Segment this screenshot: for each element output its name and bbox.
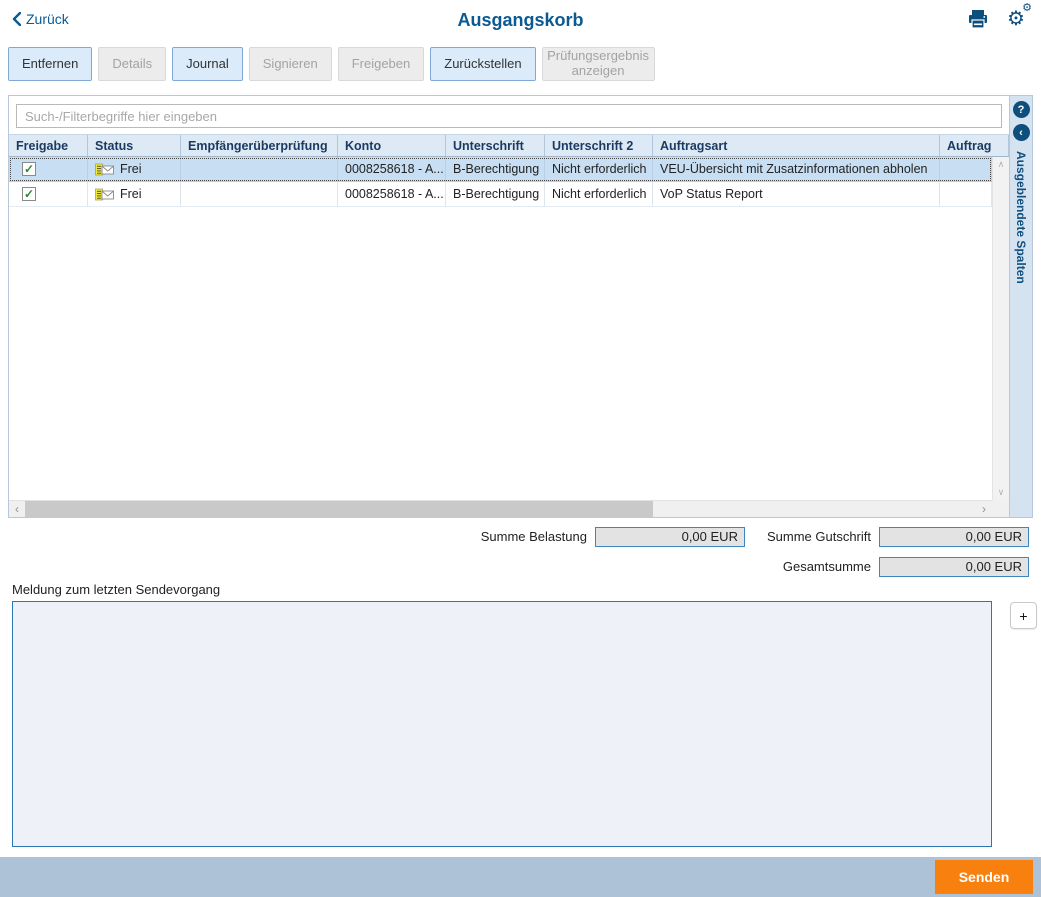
vertical-scrollbar[interactable]: ∧ ∨: [992, 157, 1009, 500]
column-header-status[interactable]: Status: [88, 135, 181, 156]
printer-icon: [969, 10, 987, 29]
column-header-auftragsart[interactable]: Auftragsart: [653, 135, 940, 156]
column-header-empfaengerueberpruefung[interactable]: Empfängerüberprüfung: [181, 135, 338, 156]
settings-button[interactable]: ⚙ ⚙: [1003, 2, 1032, 32]
send-button[interactable]: Senden: [935, 860, 1033, 894]
status-mail-icon: [95, 163, 114, 175]
check-result-button: Prüfungsergebnis anzeigen: [541, 47, 655, 81]
unterschrift2-cell: Nicht erforderlich: [545, 182, 653, 207]
table-row[interactable]: Frei 0008258618 - A... B-Berechtigung Ni…: [9, 157, 992, 182]
unterschrift2-cell: Nicht erforderlich: [545, 157, 653, 182]
empfaengerueberpruefung-cell: [181, 182, 338, 207]
table-body: Frei 0008258618 - A... B-Berechtigung Ni…: [9, 157, 1009, 500]
toolbar: Entfernen Details Journal Signieren Frei…: [8, 47, 1041, 81]
horizontal-scrollbar-thumb[interactable]: [25, 500, 653, 518]
status-mail-icon: [95, 188, 114, 200]
horizontal-scrollbar[interactable]: ‹ ›: [9, 500, 992, 518]
scroll-up-icon[interactable]: ∧: [998, 160, 1005, 169]
unterschrift-cell: B-Berechtigung: [446, 182, 545, 207]
unterschrift-cell: B-Berechtigung: [446, 157, 545, 182]
empfaengerueberpruefung-cell: [181, 157, 338, 182]
journal-button[interactable]: Journal: [172, 47, 243, 81]
status-cell: Frei: [88, 182, 181, 207]
sign-button: Signieren: [248, 47, 332, 81]
auftragsart-cell: VEU-Übersicht mit Zusatzinformationen ab…: [653, 157, 940, 182]
last-send-message-box[interactable]: [12, 601, 992, 847]
help-button[interactable]: ?: [1012, 101, 1030, 118]
debit-sum-value: 0,00 EUR: [594, 526, 745, 547]
auftrag-cell: [940, 182, 992, 207]
status-text: Frei: [120, 187, 142, 201]
hidden-columns-strip: ? ‹ Ausgeblendete Spalten: [1009, 96, 1032, 517]
help-icon: ?: [1017, 103, 1025, 116]
print-button[interactable]: [965, 6, 991, 32]
footer-bar: Senden: [0, 857, 1041, 897]
plus-icon: +: [1019, 607, 1028, 624]
expand-message-button[interactable]: +: [1010, 602, 1037, 629]
details-button: Details: [98, 47, 167, 81]
konto-cell: 0008258618 - A...: [338, 182, 446, 207]
scroll-down-icon[interactable]: ∨: [998, 488, 1005, 497]
credit-sum-label: Summe Gutschrift: [766, 529, 871, 544]
back-link[interactable]: Zurück: [12, 11, 69, 27]
auftrag-cell: [940, 157, 992, 182]
column-header-unterschrift-2[interactable]: Unterschrift 2: [545, 135, 653, 156]
table-row[interactable]: Frei 0008258618 - A... B-Berechtigung Ni…: [9, 182, 992, 207]
postpone-button[interactable]: Zurückstellen: [430, 47, 536, 81]
scroll-right-icon[interactable]: ›: [976, 502, 992, 516]
table-header-row: Freigabe Status Empfängerüberprüfung Kon…: [9, 134, 1009, 157]
credit-sum-value: 0,00 EUR: [879, 526, 1029, 547]
total-sum-value: 0,00 EUR: [879, 556, 1029, 577]
approve-button: Freigeben: [337, 47, 425, 81]
column-header-unterschrift[interactable]: Unterschrift: [446, 135, 545, 156]
search-input[interactable]: [16, 104, 1002, 128]
page-title: Ausgangskorb: [457, 10, 584, 30]
last-send-message-section: Meldung zum letzten Sendevorgang +: [12, 582, 1037, 847]
totals-section: Summe Belastung 0,00 EUR Summe Gutschrif…: [0, 526, 1029, 577]
konto-cell: 0008258618 - A...: [338, 157, 446, 182]
release-checkbox[interactable]: [22, 187, 36, 201]
status-text: Frei: [120, 162, 142, 176]
column-header-konto[interactable]: Konto: [338, 135, 446, 156]
column-header-auftrag[interactable]: Auftrag: [940, 135, 1009, 156]
scrollbar-corner: [992, 500, 1009, 517]
back-label: Zurück: [26, 11, 69, 27]
release-checkbox[interactable]: [22, 162, 36, 176]
debit-sum-label: Summe Belastung: [480, 529, 587, 544]
remove-button[interactable]: Entfernen: [8, 47, 93, 81]
column-header-freigabe[interactable]: Freigabe: [9, 135, 88, 156]
hidden-columns-label: Ausgeblendete Spalten: [1014, 151, 1028, 284]
freigabe-cell: [9, 182, 88, 207]
gear-icon: ⚙ ⚙: [1007, 2, 1032, 30]
total-sum-label: Gesamtsumme: [782, 559, 871, 574]
last-send-message-label: Meldung zum letzten Sendevorgang: [12, 582, 221, 597]
chevron-left-icon: [12, 12, 21, 26]
freigabe-cell: [9, 157, 88, 182]
collapse-panel-button[interactable]: ‹: [1012, 124, 1030, 141]
scroll-left-icon[interactable]: ‹: [9, 502, 25, 516]
outbox-panel: Freigabe Status Empfängerüberprüfung Kon…: [8, 95, 1033, 518]
top-header: Zurück Ausgangskorb ⚙ ⚙: [0, 0, 1041, 40]
auftragsart-cell: VoP Status Report: [653, 182, 940, 207]
chevron-left-circle-icon: ‹: [1019, 126, 1023, 139]
status-cell: Frei: [88, 157, 181, 182]
